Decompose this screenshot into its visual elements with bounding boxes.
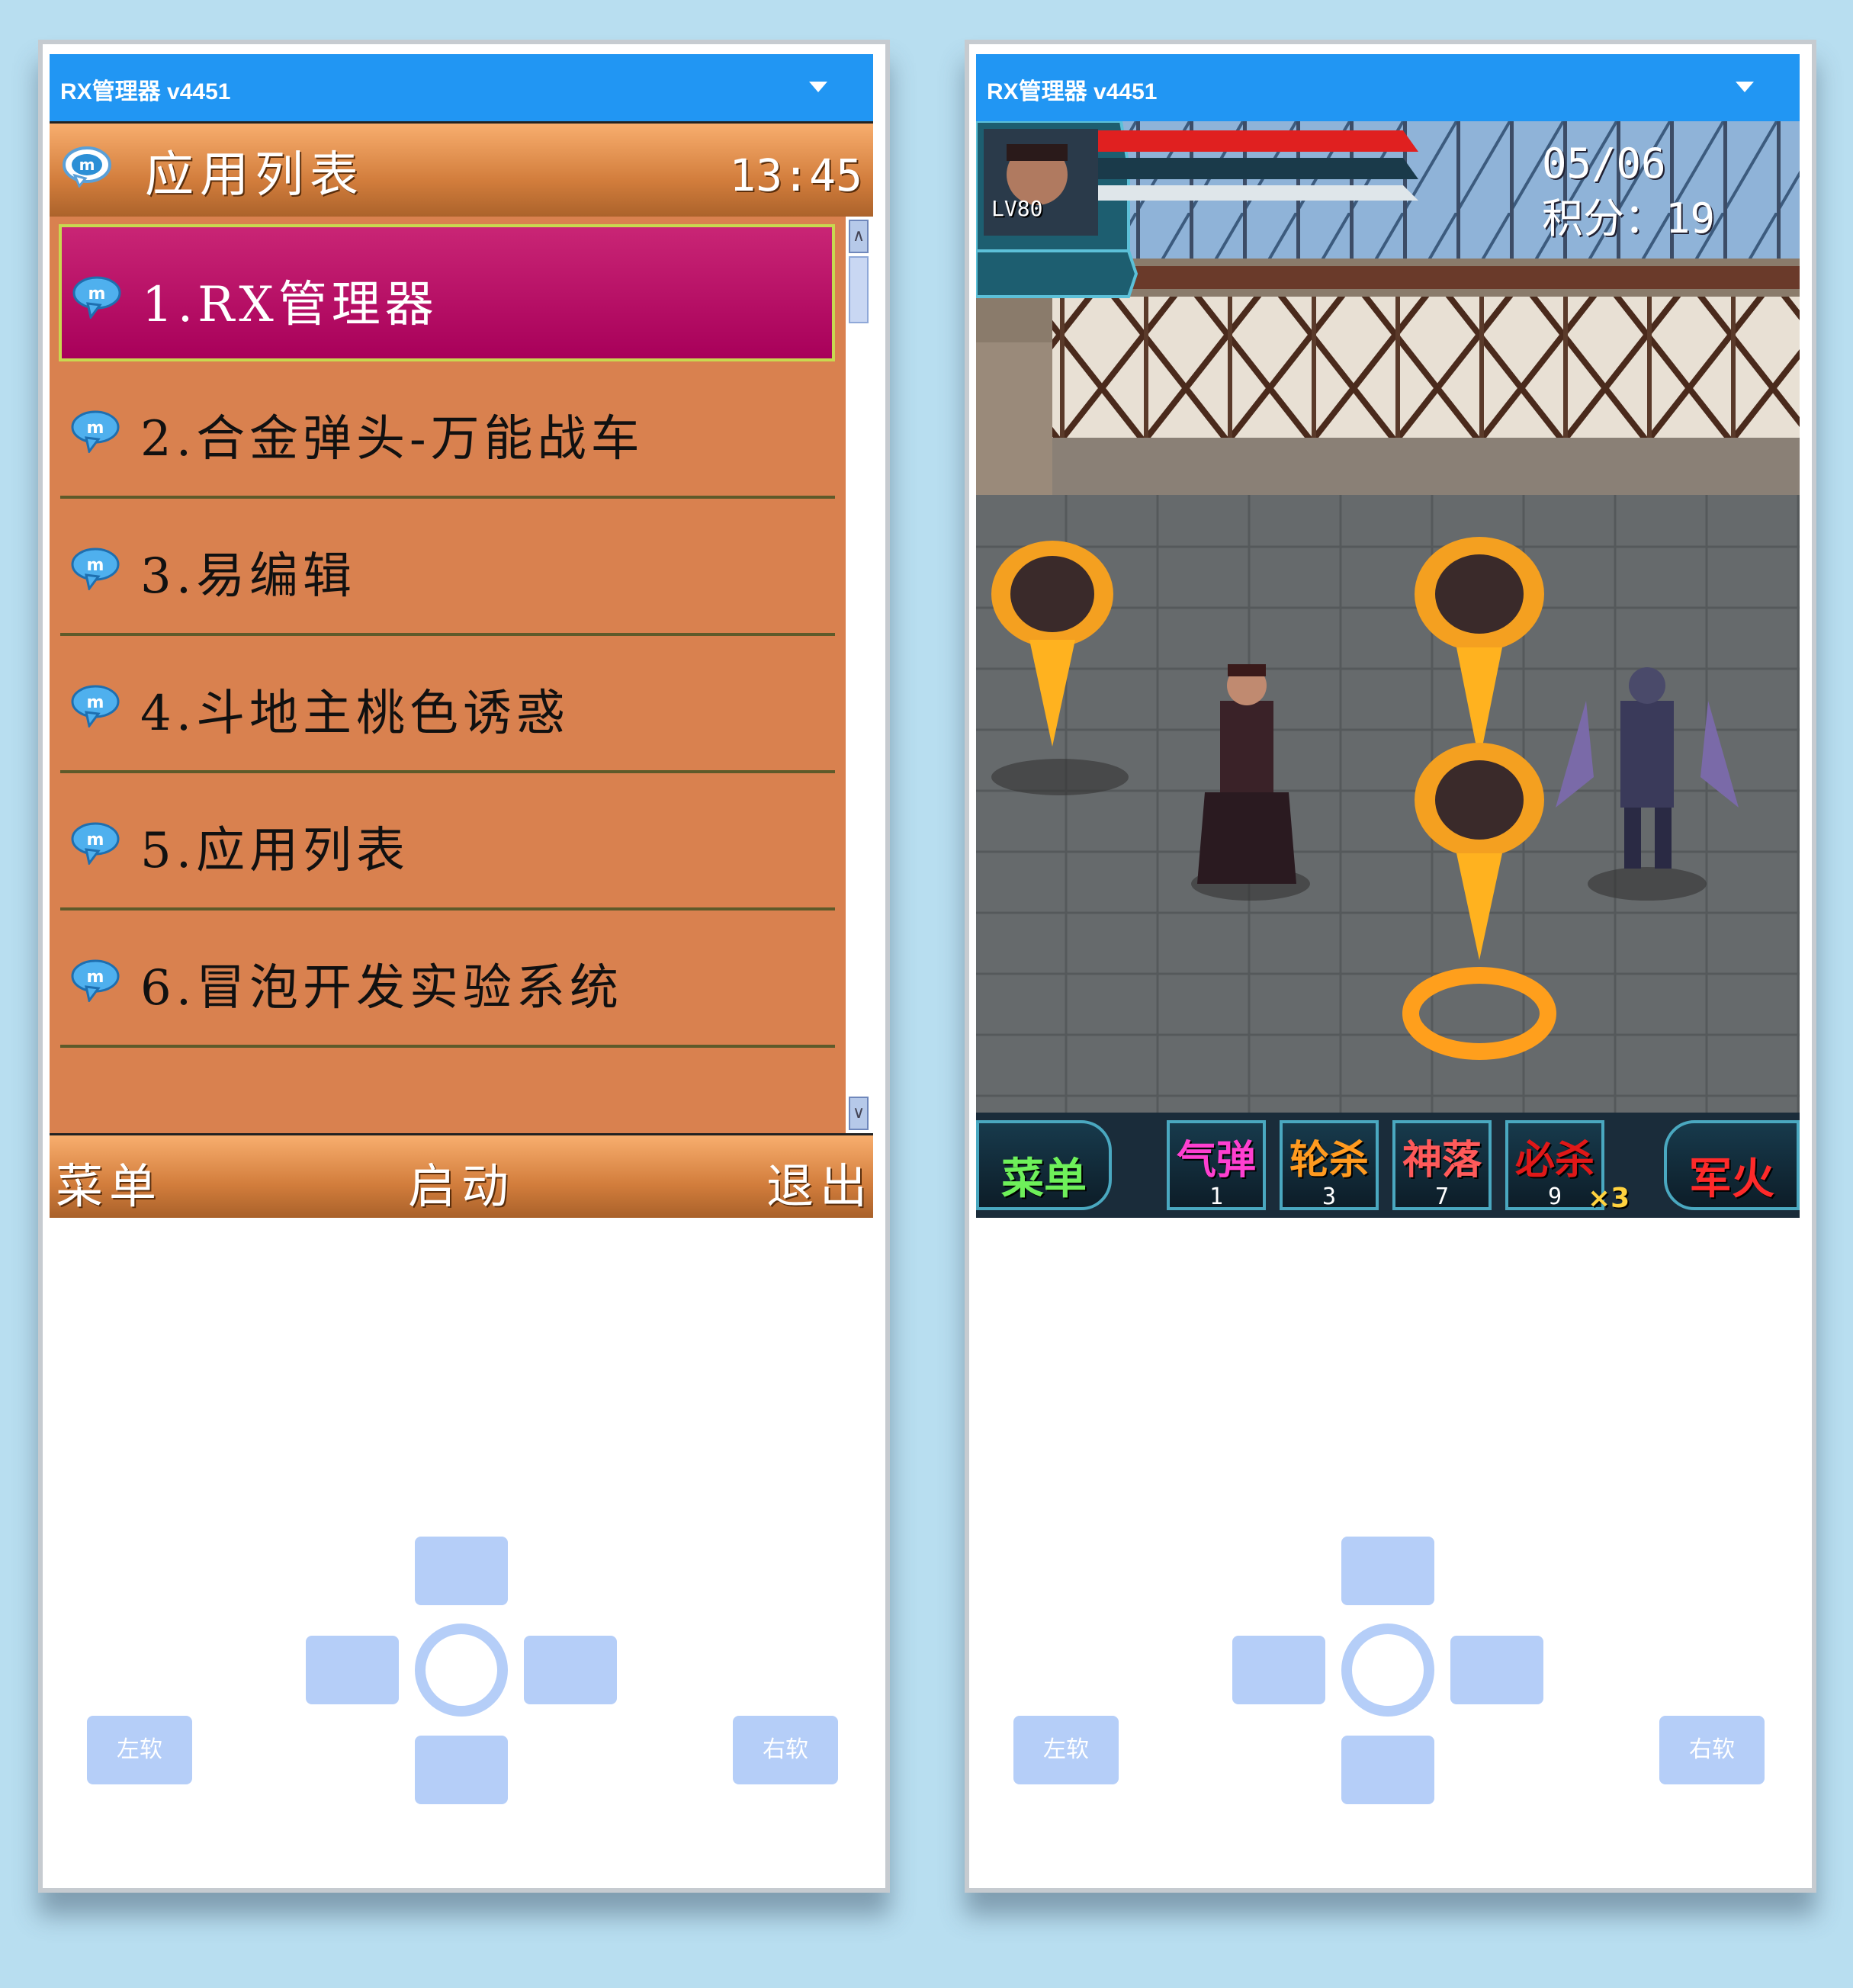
- app-list: m 1.RX管理器 m 2.合金弹头-万能战车 m 3.易编辑 m 4.斗地主桃…: [50, 217, 873, 1133]
- weapon-label: 军火: [1689, 1155, 1774, 1204]
- skill-bar: 菜单 气弹 1 轮杀 3 神落 7 必杀 9 ×3 军火: [976, 1113, 1800, 1218]
- chat-bubble-icon: m: [71, 685, 120, 727]
- dpad-right-button[interactable]: [1450, 1636, 1543, 1704]
- chat-bubble-icon: m: [71, 410, 120, 453]
- dpad-up-button[interactable]: [1341, 1537, 1434, 1605]
- skill-key: 7: [1434, 1183, 1450, 1210]
- app-list-screen: m 应用列表 13:45 m 1.RX管理器 m 2.合金弹头-万能战车 m 3…: [50, 121, 873, 1218]
- dpad-right-button[interactable]: [524, 1636, 617, 1704]
- skill-button-qidan[interactable]: 气弹 1: [1167, 1120, 1266, 1210]
- left-soft-button[interactable]: 左软: [1013, 1716, 1119, 1784]
- list-item[interactable]: m 6.冒泡开发实验系统: [60, 910, 835, 1048]
- chat-bubble-icon: m: [71, 822, 120, 865]
- skill-multiplier: ×3: [1588, 1183, 1630, 1214]
- chat-bubble-icon: m: [71, 959, 120, 1002]
- dpad-ok-button[interactable]: [415, 1623, 508, 1717]
- skill-button-shenluo[interactable]: 神落 7: [1392, 1120, 1492, 1210]
- score-value: 19: [1665, 194, 1716, 242]
- dpad-left-button[interactable]: [1232, 1636, 1325, 1704]
- stage-counter: 05/06: [1542, 140, 1666, 188]
- list-item-label: 3.易编辑: [140, 548, 357, 605]
- game-menu-button[interactable]: 菜单: [976, 1120, 1112, 1210]
- svg-text:m: m: [87, 693, 104, 712]
- game-menu-label: 菜单: [1001, 1155, 1087, 1204]
- svg-text:m: m: [87, 830, 104, 849]
- game-screen[interactable]: LV80 05/06 积分：19 菜单 气弹 1 轮杀 3 神落 7 必杀 9 …: [976, 121, 1800, 1218]
- app-title: RX管理器 v4451: [60, 79, 231, 104]
- page-title: 应用列表: [145, 147, 364, 204]
- skill-name: 神落: [1402, 1138, 1482, 1183]
- scroll-down-button[interactable]: ∨: [849, 1097, 869, 1130]
- skill-key: 3: [1322, 1183, 1337, 1210]
- skill-key: 1: [1209, 1183, 1224, 1210]
- app-list-header: m 应用列表 13:45: [50, 121, 873, 219]
- dropdown-arrow-icon[interactable]: [1736, 82, 1754, 92]
- app-title: RX管理器 v4451: [987, 79, 1158, 104]
- dpad-down-button[interactable]: [415, 1736, 508, 1804]
- window-topbar: RX管理器 v4451: [976, 54, 1800, 121]
- dpad-down-button[interactable]: [1341, 1736, 1434, 1804]
- svg-text:m: m: [87, 968, 104, 987]
- dropdown-arrow-icon[interactable]: [809, 82, 827, 92]
- skill-button-lunsha[interactable]: 轮杀 3: [1280, 1120, 1379, 1210]
- list-item[interactable]: m 3.易编辑: [60, 499, 835, 636]
- scroll-thumb[interactable]: [849, 256, 869, 323]
- dpad-up-button[interactable]: [415, 1537, 508, 1605]
- list-item[interactable]: m 2.合金弹头-万能战车: [60, 361, 835, 499]
- skill-name: 必杀: [1514, 1138, 1594, 1183]
- game-scene: [976, 121, 1800, 1113]
- list-item[interactable]: m 5.应用列表: [60, 773, 835, 910]
- right-soft-button[interactable]: 右软: [733, 1716, 838, 1784]
- list-item-label: 6.冒泡开发实验系统: [140, 960, 624, 1016]
- softkey-bar: 菜单 启动 退出: [50, 1133, 873, 1218]
- list-item-label: 4.斗地主桃色诱惑: [140, 686, 570, 742]
- phone-frame-right: RX管理器 v4451 LV80 05/06 积分：19 菜单 气弹 1 轮杀 …: [965, 40, 1816, 1893]
- weapon-button[interactable]: 军火: [1664, 1120, 1800, 1210]
- list-item[interactable]: m 4.斗地主桃色诱惑: [60, 636, 835, 773]
- list-item-label: 5.应用列表: [140, 823, 410, 879]
- window-topbar: RX管理器 v4451: [50, 54, 873, 121]
- player-level: LV80: [991, 196, 1043, 221]
- list-item-label: 1.RX管理器: [142, 277, 438, 333]
- svg-text:m: m: [79, 156, 95, 174]
- scroll-up-button[interactable]: ∧: [849, 220, 869, 253]
- svg-text:m: m: [88, 284, 106, 303]
- list-item[interactable]: m 1.RX管理器: [59, 224, 835, 361]
- clock: 13:45: [729, 149, 862, 201]
- softkey-launch[interactable]: 启动: [408, 1148, 515, 1216]
- list-item-label: 2.合金弹头-万能战车: [140, 411, 644, 467]
- score-panel: 05/06 积分：19: [1542, 136, 1715, 246]
- softkey-menu[interactable]: 菜单: [56, 1148, 162, 1216]
- chat-bubble-icon: m: [71, 548, 120, 590]
- chat-bubble-icon: m: [63, 146, 111, 188]
- right-soft-button[interactable]: 右软: [1659, 1716, 1765, 1784]
- skill-name: 轮杀: [1289, 1138, 1369, 1183]
- svg-text:m: m: [87, 556, 104, 575]
- dpad-left-button[interactable]: [306, 1636, 399, 1704]
- chat-bubble-icon: m: [72, 276, 121, 319]
- phone-frame-left: RX管理器 v4451 m 应用列表 13:45 m 1.RX管理器 m 2.合…: [38, 40, 890, 1893]
- skill-name: 气弹: [1176, 1138, 1256, 1183]
- score-label: 积分：: [1542, 194, 1665, 242]
- svg-text:m: m: [87, 419, 104, 438]
- left-soft-button[interactable]: 左软: [87, 1716, 192, 1784]
- dpad-ok-button[interactable]: [1341, 1623, 1434, 1717]
- scrollbar[interactable]: ∧ ∨: [846, 217, 873, 1133]
- softkey-exit[interactable]: 退出: [766, 1148, 873, 1216]
